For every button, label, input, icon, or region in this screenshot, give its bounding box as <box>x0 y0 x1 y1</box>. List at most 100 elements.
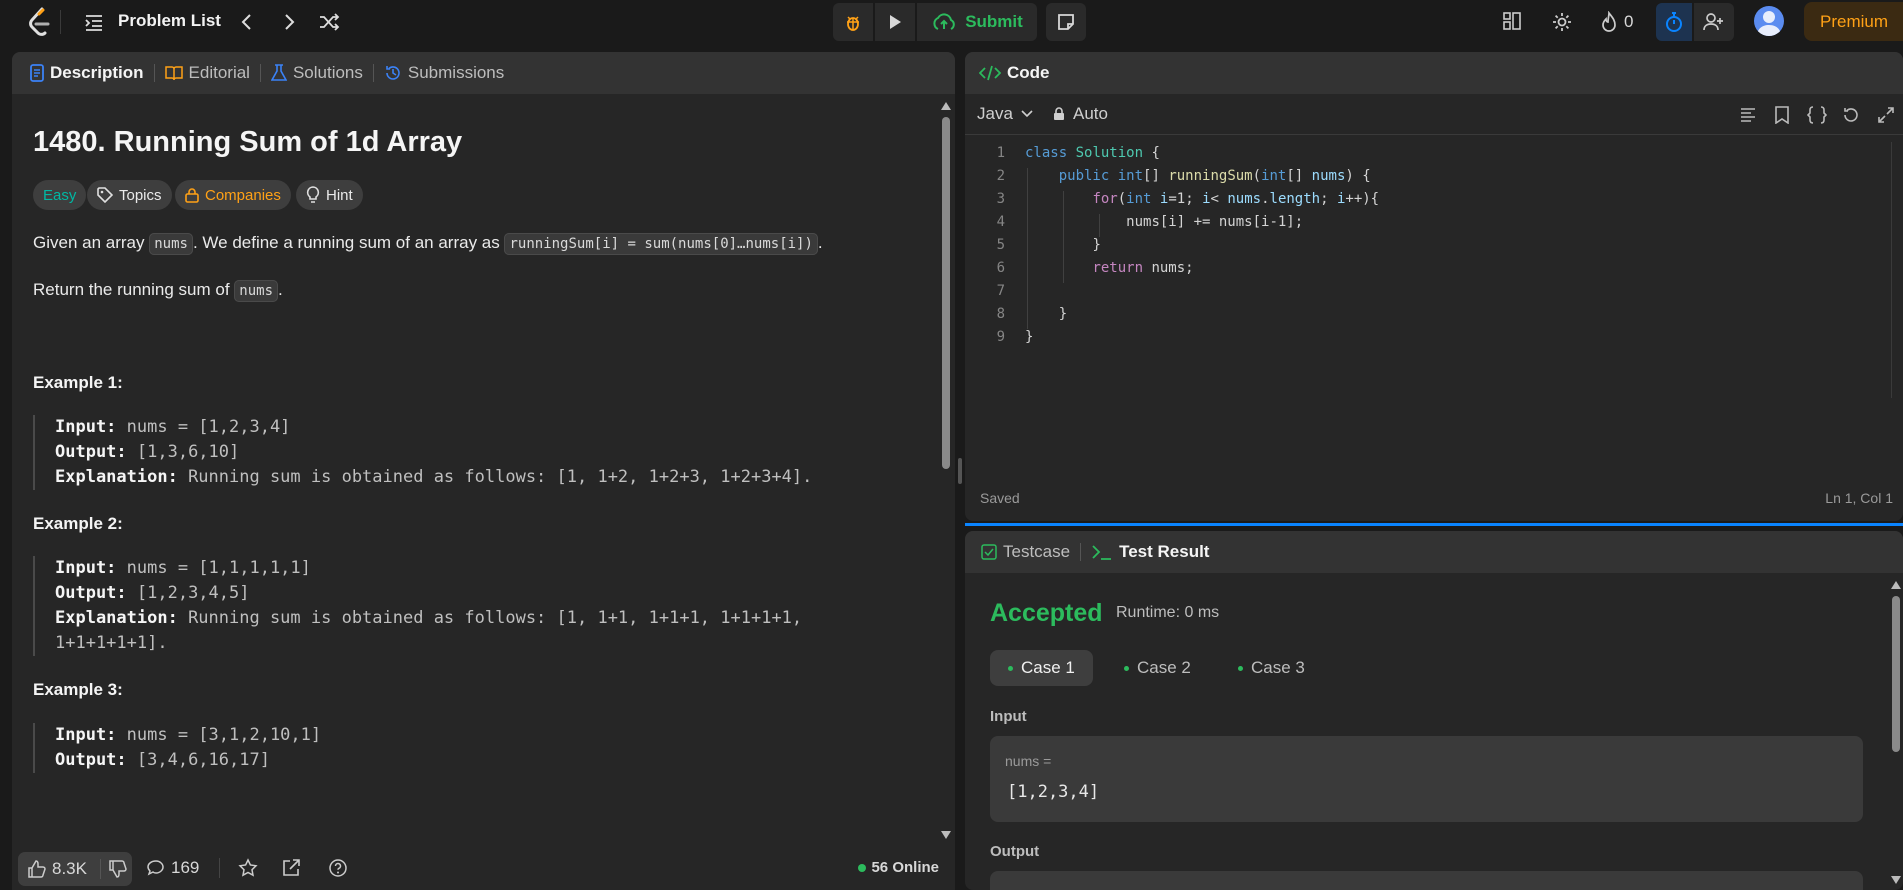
paragraph-text: Return the running sum of <box>33 280 235 299</box>
run-button[interactable] <box>875 3 915 41</box>
code-editor[interactable]: 1 class Solution { 2 public int[] running… <box>965 145 1903 385</box>
fire-streak-icon[interactable] <box>1600 11 1618 33</box>
document-icon <box>30 64 44 82</box>
line-number: 9 <box>996 329 1005 345</box>
tab-test-result[interactable]: Test Result <box>1091 542 1209 562</box>
problem-list-label[interactable]: Problem List <box>118 11 221 31</box>
scroll-up-arrow-icon[interactable] <box>1890 580 1902 590</box>
input-box: nums = [1,2,3,4] <box>990 736 1863 822</box>
thumbs-down-icon <box>109 860 127 878</box>
input-value: nums = [1,2,3,4] <box>116 417 291 437</box>
line-number: 8 <box>996 306 1005 322</box>
tab-solutions-label: Solutions <box>292 63 363 82</box>
braces-icon[interactable] <box>1807 106 1827 124</box>
divider <box>60 10 61 34</box>
tab-solutions[interactable]: Solutions <box>270 63 363 83</box>
debug-button[interactable] <box>833 3 873 41</box>
dislike-button[interactable] <box>104 852 132 886</box>
tab-description[interactable]: Description <box>30 63 144 83</box>
chevron-left-icon[interactable] <box>240 12 254 32</box>
indent-guide <box>1027 168 1028 329</box>
layout-icon[interactable] <box>1502 11 1522 31</box>
premium-button[interactable]: Premium <box>1804 2 1903 41</box>
format-icon[interactable] <box>1739 106 1757 124</box>
example-1-heading: Example 1: <box>33 373 123 392</box>
timer-button[interactable] <box>1656 3 1692 41</box>
comment-icon <box>147 860 164 876</box>
case-tab-3[interactable]: Case 3 <box>1220 650 1323 686</box>
tab-submissions-label: Submissions <box>407 63 505 82</box>
code-brackets-icon <box>979 65 1001 81</box>
example-1-block: Input: nums = [1,2,3,4] Output: [1,3,6,1… <box>33 415 812 490</box>
leetcode-logo-icon[interactable] <box>26 7 52 37</box>
horizontal-resize-handle[interactable] <box>965 523 1903 526</box>
output-value: [1,2,3,4,5] <box>126 583 250 603</box>
like-button[interactable]: 8.3K <box>18 852 100 886</box>
submit-button[interactable]: Submit <box>917 3 1037 41</box>
hint-chip[interactable]: Hint <box>296 180 363 210</box>
lock-icon <box>185 188 199 203</box>
language-select[interactable]: Java <box>977 104 1033 124</box>
result-scrollbar[interactable] <box>1892 596 1900 752</box>
input-label: Input: <box>55 558 117 578</box>
problem-title[interactable]: 1480. Running Sum of 1d Array <box>33 126 462 159</box>
save-status: Saved <box>980 490 1020 506</box>
code-toolbar: Java Auto <box>965 94 1903 135</box>
star-icon[interactable] <box>238 858 258 878</box>
tag-icon <box>97 187 113 203</box>
bug-icon <box>847 16 859 31</box>
description-paragraph-2: Return the running sum of nums. <box>33 280 283 302</box>
auto-label: Auto <box>1073 104 1108 123</box>
tab-submissions[interactable]: Submissions <box>384 63 504 83</box>
play-icon <box>890 15 901 29</box>
avatar[interactable] <box>1754 6 1784 36</box>
online-dot <box>858 863 867 872</box>
auto-mode[interactable]: Auto <box>1053 104 1108 124</box>
input-variable: nums = <box>1005 753 1052 769</box>
scroll-up-arrow-icon[interactable] <box>940 101 952 111</box>
problem-list-icon[interactable] <box>84 12 104 32</box>
expand-icon[interactable] <box>1877 106 1895 124</box>
tab-editorial[interactable]: Editorial <box>164 63 250 83</box>
line-number: 7 <box>996 283 1005 299</box>
scroll-down-arrow-icon[interactable] <box>1890 875 1902 885</box>
case-tab-2[interactable]: Case 2 <box>1106 650 1209 686</box>
bookmark-icon[interactable] <box>1774 106 1790 124</box>
scroll-down-arrow-icon[interactable] <box>940 830 952 840</box>
example-2-block: Input: nums = [1,1,1,1,1] Output: [1,2,3… <box>33 556 802 656</box>
like-group: 8.3K <box>18 852 132 886</box>
share-icon[interactable] <box>281 858 301 878</box>
help-icon[interactable] <box>328 858 348 878</box>
output-label: Output: <box>55 750 127 770</box>
notes-button[interactable] <box>1046 3 1086 41</box>
input-value: [1,2,3,4] <box>1007 782 1100 802</box>
line-number: 4 <box>996 214 1005 230</box>
case-status-dot <box>1124 665 1129 671</box>
reset-icon[interactable] <box>1842 106 1860 124</box>
difficulty-badge: Easy <box>33 180 87 210</box>
editor-scrollbar[interactable] <box>1891 142 1901 398</box>
topics-chip[interactable]: Topics <box>87 180 172 210</box>
description-scrollbar[interactable] <box>942 117 950 469</box>
chevron-right-icon[interactable] <box>282 12 296 32</box>
explanation-value: Running sum is obtained as follows: [1, … <box>177 467 813 487</box>
online-count: 56 Online <box>871 859 939 876</box>
shuffle-icon[interactable] <box>318 11 340 33</box>
tab-testcase[interactable]: Testcase <box>981 542 1070 562</box>
premium-label: Premium <box>1820 11 1889 31</box>
output-label: Output: <box>55 583 127 603</box>
explanation-label: Explanation: <box>55 467 178 487</box>
comments-button[interactable]: 169 <box>147 858 199 878</box>
case-tab-1[interactable]: Case 1 <box>990 650 1093 686</box>
cursor-position: Ln 1, Col 1 <box>1825 490 1893 506</box>
result-tabs: Testcase Test Result <box>965 531 1903 573</box>
difficulty-label: Easy <box>43 186 77 204</box>
companies-chip[interactable]: Companies <box>175 180 291 210</box>
line-number: 5 <box>996 237 1005 253</box>
add-friend-button[interactable] <box>1694 3 1734 41</box>
lock-icon <box>1054 107 1064 120</box>
tab-code[interactable]: Code <box>979 63 1050 83</box>
panel-resize-handle[interactable] <box>958 458 962 484</box>
gear-icon[interactable] <box>1551 11 1573 33</box>
explanation-value: Running sum is obtained as follows: [1, … <box>177 608 803 628</box>
